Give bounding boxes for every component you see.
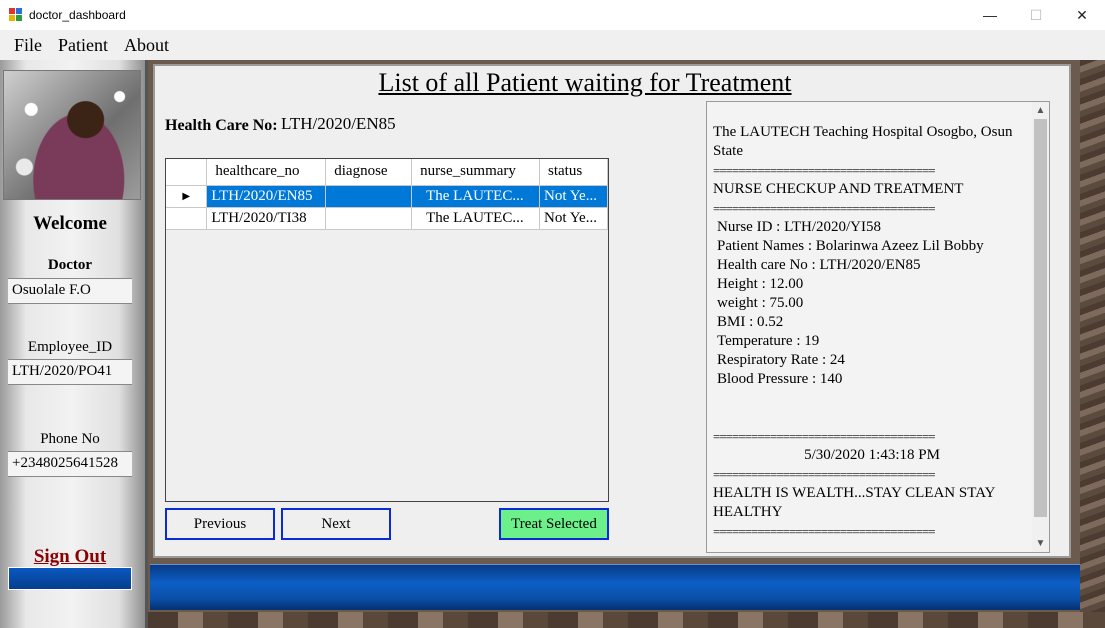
receipt-separator: ===================================	[713, 429, 936, 444]
sidebar: Welcome Doctor Osuolale F.O Employee_ID …	[0, 60, 148, 628]
background-texture	[1080, 60, 1105, 628]
grid-corner-header	[166, 159, 208, 186]
cell-status[interactable]: Not Ye...	[539, 207, 608, 230]
column-header-nurse-summary[interactable]: nurse_summary	[411, 159, 541, 186]
menu-file[interactable]: File	[6, 35, 50, 56]
sign-out-link[interactable]: Sign Out	[8, 546, 132, 568]
receipt-spacer	[713, 389, 1031, 427]
receipt-respiratory-rate: Respiratory Rate : 24	[717, 352, 845, 368]
phone-field: +2348025641528	[8, 451, 132, 477]
receipt-bmi: BMI : 0.52	[717, 314, 784, 330]
avatar	[3, 70, 141, 200]
doctor-label: Doctor	[47, 257, 93, 273]
scroll-up-icon[interactable]: ▲	[1032, 102, 1049, 119]
bottom-banner	[150, 564, 1080, 610]
receipt-datetime: 5/30/2020 1:43:18 PM	[804, 447, 940, 463]
receipt-footer: HEALTH IS WEALTH...STAY CLEAN STAY HEALT…	[713, 485, 995, 520]
main-panel: List of all Patient waiting for Treatmen…	[153, 64, 1071, 558]
health-care-no-value: LTH/2020/EN85	[281, 114, 396, 133]
title-bar: doctor_dashboard — ☐ ✕	[0, 0, 1105, 30]
window-title: doctor_dashboard	[29, 8, 126, 22]
scrollbar-thumb[interactable]	[1034, 119, 1047, 517]
maximize-icon[interactable]: ☐	[1013, 0, 1059, 30]
cell-status[interactable]: Not Ye...	[539, 185, 608, 208]
app-icon	[9, 8, 23, 22]
cell-diagnose[interactable]	[325, 185, 413, 208]
cell-diagnose[interactable]	[325, 207, 413, 230]
receipt-content: The LAUTECH Teaching Hospital Osogbo, Os…	[713, 123, 1031, 541]
column-header-healthcare-no[interactable]: healthcare_no	[206, 159, 327, 186]
column-header-status[interactable]: status	[539, 159, 608, 186]
receipt-hospital: The LAUTECH Teaching Hospital Osogbo, Os…	[713, 124, 1013, 159]
treatment-receipt[interactable]: The LAUTECH Teaching Hospital Osogbo, Os…	[706, 101, 1050, 553]
menu-patient[interactable]: Patient	[50, 35, 116, 56]
doctor-name-field: Osuolale F.O	[8, 278, 132, 304]
page-title: List of all Patient waiting for Treatmen…	[378, 68, 792, 97]
receipt-weight: weight : 75.00	[717, 295, 804, 311]
receipt-blood-pressure: Blood Pressure : 140	[717, 371, 843, 387]
grid-header-row: healthcare_no diagnose nurse_summary sta…	[166, 159, 608, 186]
welcome-label: Welcome	[33, 213, 107, 234]
scroll-down-icon[interactable]: ▼	[1032, 535, 1049, 552]
row-indicator-icon[interactable]: ▶	[166, 185, 208, 208]
phone-label: Phone No	[40, 431, 100, 447]
receipt-temperature: Temperature : 19	[717, 333, 820, 349]
table-row[interactable]: LTH/2020/TI38 The LAUTEC... Not Ye...	[166, 207, 608, 230]
cell-healthcare-no[interactable]: LTH/2020/TI38	[206, 207, 327, 230]
receipt-separator: ===================================	[713, 163, 936, 178]
previous-button[interactable]: Previous	[165, 508, 275, 540]
minimize-icon[interactable]: —	[967, 0, 1013, 30]
window-controls: — ☐ ✕	[967, 0, 1105, 30]
next-button[interactable]: Next	[281, 508, 391, 540]
cell-nurse-summary[interactable]: The LAUTEC...	[411, 185, 541, 208]
menu-about[interactable]: About	[116, 35, 177, 56]
row-header[interactable]	[166, 207, 208, 230]
receipt-health-care-no: Health care No : LTH/2020/EN85	[717, 257, 921, 273]
receipt-scrollbar[interactable]: ▲ ▼	[1032, 102, 1049, 552]
receipt-separator: ===================================	[713, 467, 936, 482]
sidebar-bottom-frame	[8, 567, 132, 590]
menu-bar: File Patient About	[0, 30, 1105, 60]
health-care-no-label: Health Care No:	[165, 117, 278, 134]
cell-healthcare-no[interactable]: LTH/2020/EN85	[206, 185, 327, 208]
cell-nurse-summary[interactable]: The LAUTEC...	[411, 207, 541, 230]
employee-id-label: Employee_ID	[27, 339, 113, 355]
receipt-height: Height : 12.00	[717, 276, 804, 292]
column-header-diagnose[interactable]: diagnose	[325, 159, 413, 186]
receipt-separator: ===================================	[713, 201, 936, 216]
close-icon[interactable]: ✕	[1059, 0, 1105, 30]
employee-id-field: LTH/2020/PO41	[8, 359, 132, 385]
background-texture-bottom	[148, 612, 1105, 628]
patient-grid[interactable]: healthcare_no diagnose nurse_summary sta…	[165, 158, 609, 502]
table-row[interactable]: ▶ LTH/2020/EN85 The LAUTEC... Not Ye...	[166, 185, 608, 208]
receipt-nurse-id: Nurse ID : LTH/2020/YI58	[717, 219, 882, 235]
receipt-heading: NURSE CHECKUP AND TREATMENT	[713, 181, 964, 197]
receipt-separator: ===================================	[713, 524, 936, 539]
receipt-patient-name: Patient Names : Bolarinwa Azeez Lil Bobb…	[717, 238, 984, 254]
treat-selected-button[interactable]: Treat Selected	[499, 508, 609, 540]
